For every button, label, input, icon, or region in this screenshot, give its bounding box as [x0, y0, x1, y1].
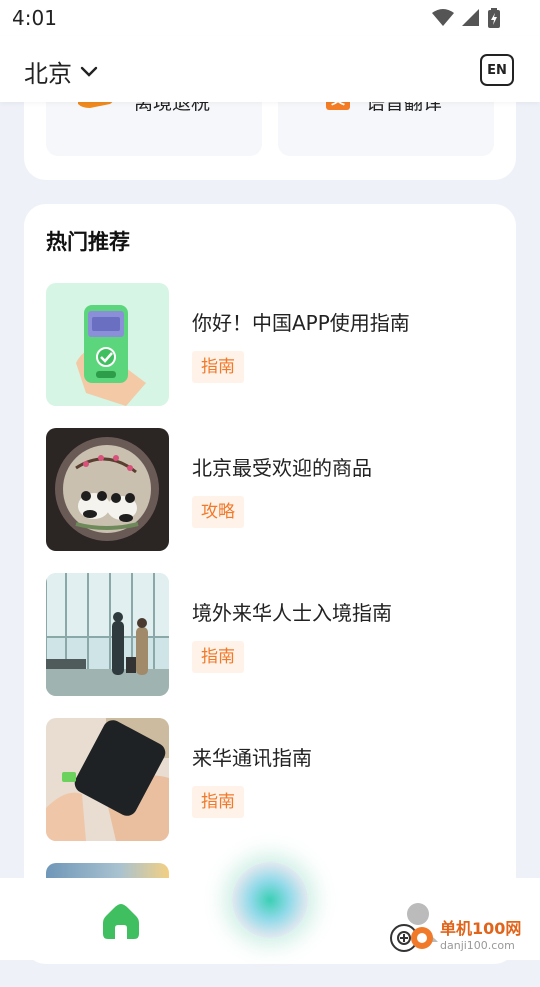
app-header: 北京 EN — [0, 36, 540, 102]
city-selector[interactable]: 北京 — [24, 54, 98, 89]
item-tag: 攻略 — [192, 496, 244, 528]
sim-card-thumbnail — [46, 718, 169, 841]
item-tag: 指南 — [192, 786, 244, 818]
battery-icon — [488, 8, 500, 28]
list-item[interactable]: 你好！中国APP使用指南 指南 — [46, 283, 496, 407]
airport-thumbnail — [46, 573, 169, 696]
list-item[interactable]: 境外来华人士入境指南 指南 — [46, 573, 496, 697]
panda-art-thumbnail — [46, 428, 169, 551]
list-item[interactable]: 来华通讯指南 指南 — [46, 718, 496, 842]
city-label: 北京 — [24, 60, 72, 88]
status-time: 4:01 — [12, 6, 57, 30]
language-toggle-button[interactable]: EN — [480, 54, 514, 86]
watermark-logo: 单机100网 danji100.com — [390, 918, 521, 954]
watermark-url: danji100.com — [440, 939, 515, 952]
wifi-icon — [432, 9, 454, 26]
home-icon[interactable] — [102, 902, 140, 940]
item-tag: 指南 — [192, 351, 244, 383]
item-title: 你好！中国APP使用指南 — [192, 311, 410, 335]
status-bar: 4:01 — [0, 0, 540, 36]
watermark-text: 单机100网 danji100.com — [440, 919, 522, 952]
item-title: 境外来华人士入境指南 — [192, 601, 392, 625]
item-title: 来华通讯指南 — [192, 746, 312, 770]
watermark-icon — [390, 924, 433, 952]
chevron-down-icon — [80, 66, 98, 77]
signal-icon — [462, 9, 479, 26]
watermark-name: 单机100网 — [440, 919, 522, 938]
app-guide-thumbnail — [46, 283, 169, 406]
item-title: 北京最受欢迎的商品 — [192, 456, 372, 480]
item-tag: 指南 — [192, 641, 244, 673]
list-item[interactable]: 北京最受欢迎的商品 攻略 — [46, 428, 496, 552]
section-title: 热门推荐 — [46, 230, 130, 254]
status-icons — [432, 8, 500, 28]
hot-recommend-card: 热门推荐 你好！中国APP使用指南 指南 北京最受欢迎的商品 攻略 境外来华人士… — [24, 204, 516, 964]
ai-assistant-button[interactable] — [232, 862, 308, 938]
